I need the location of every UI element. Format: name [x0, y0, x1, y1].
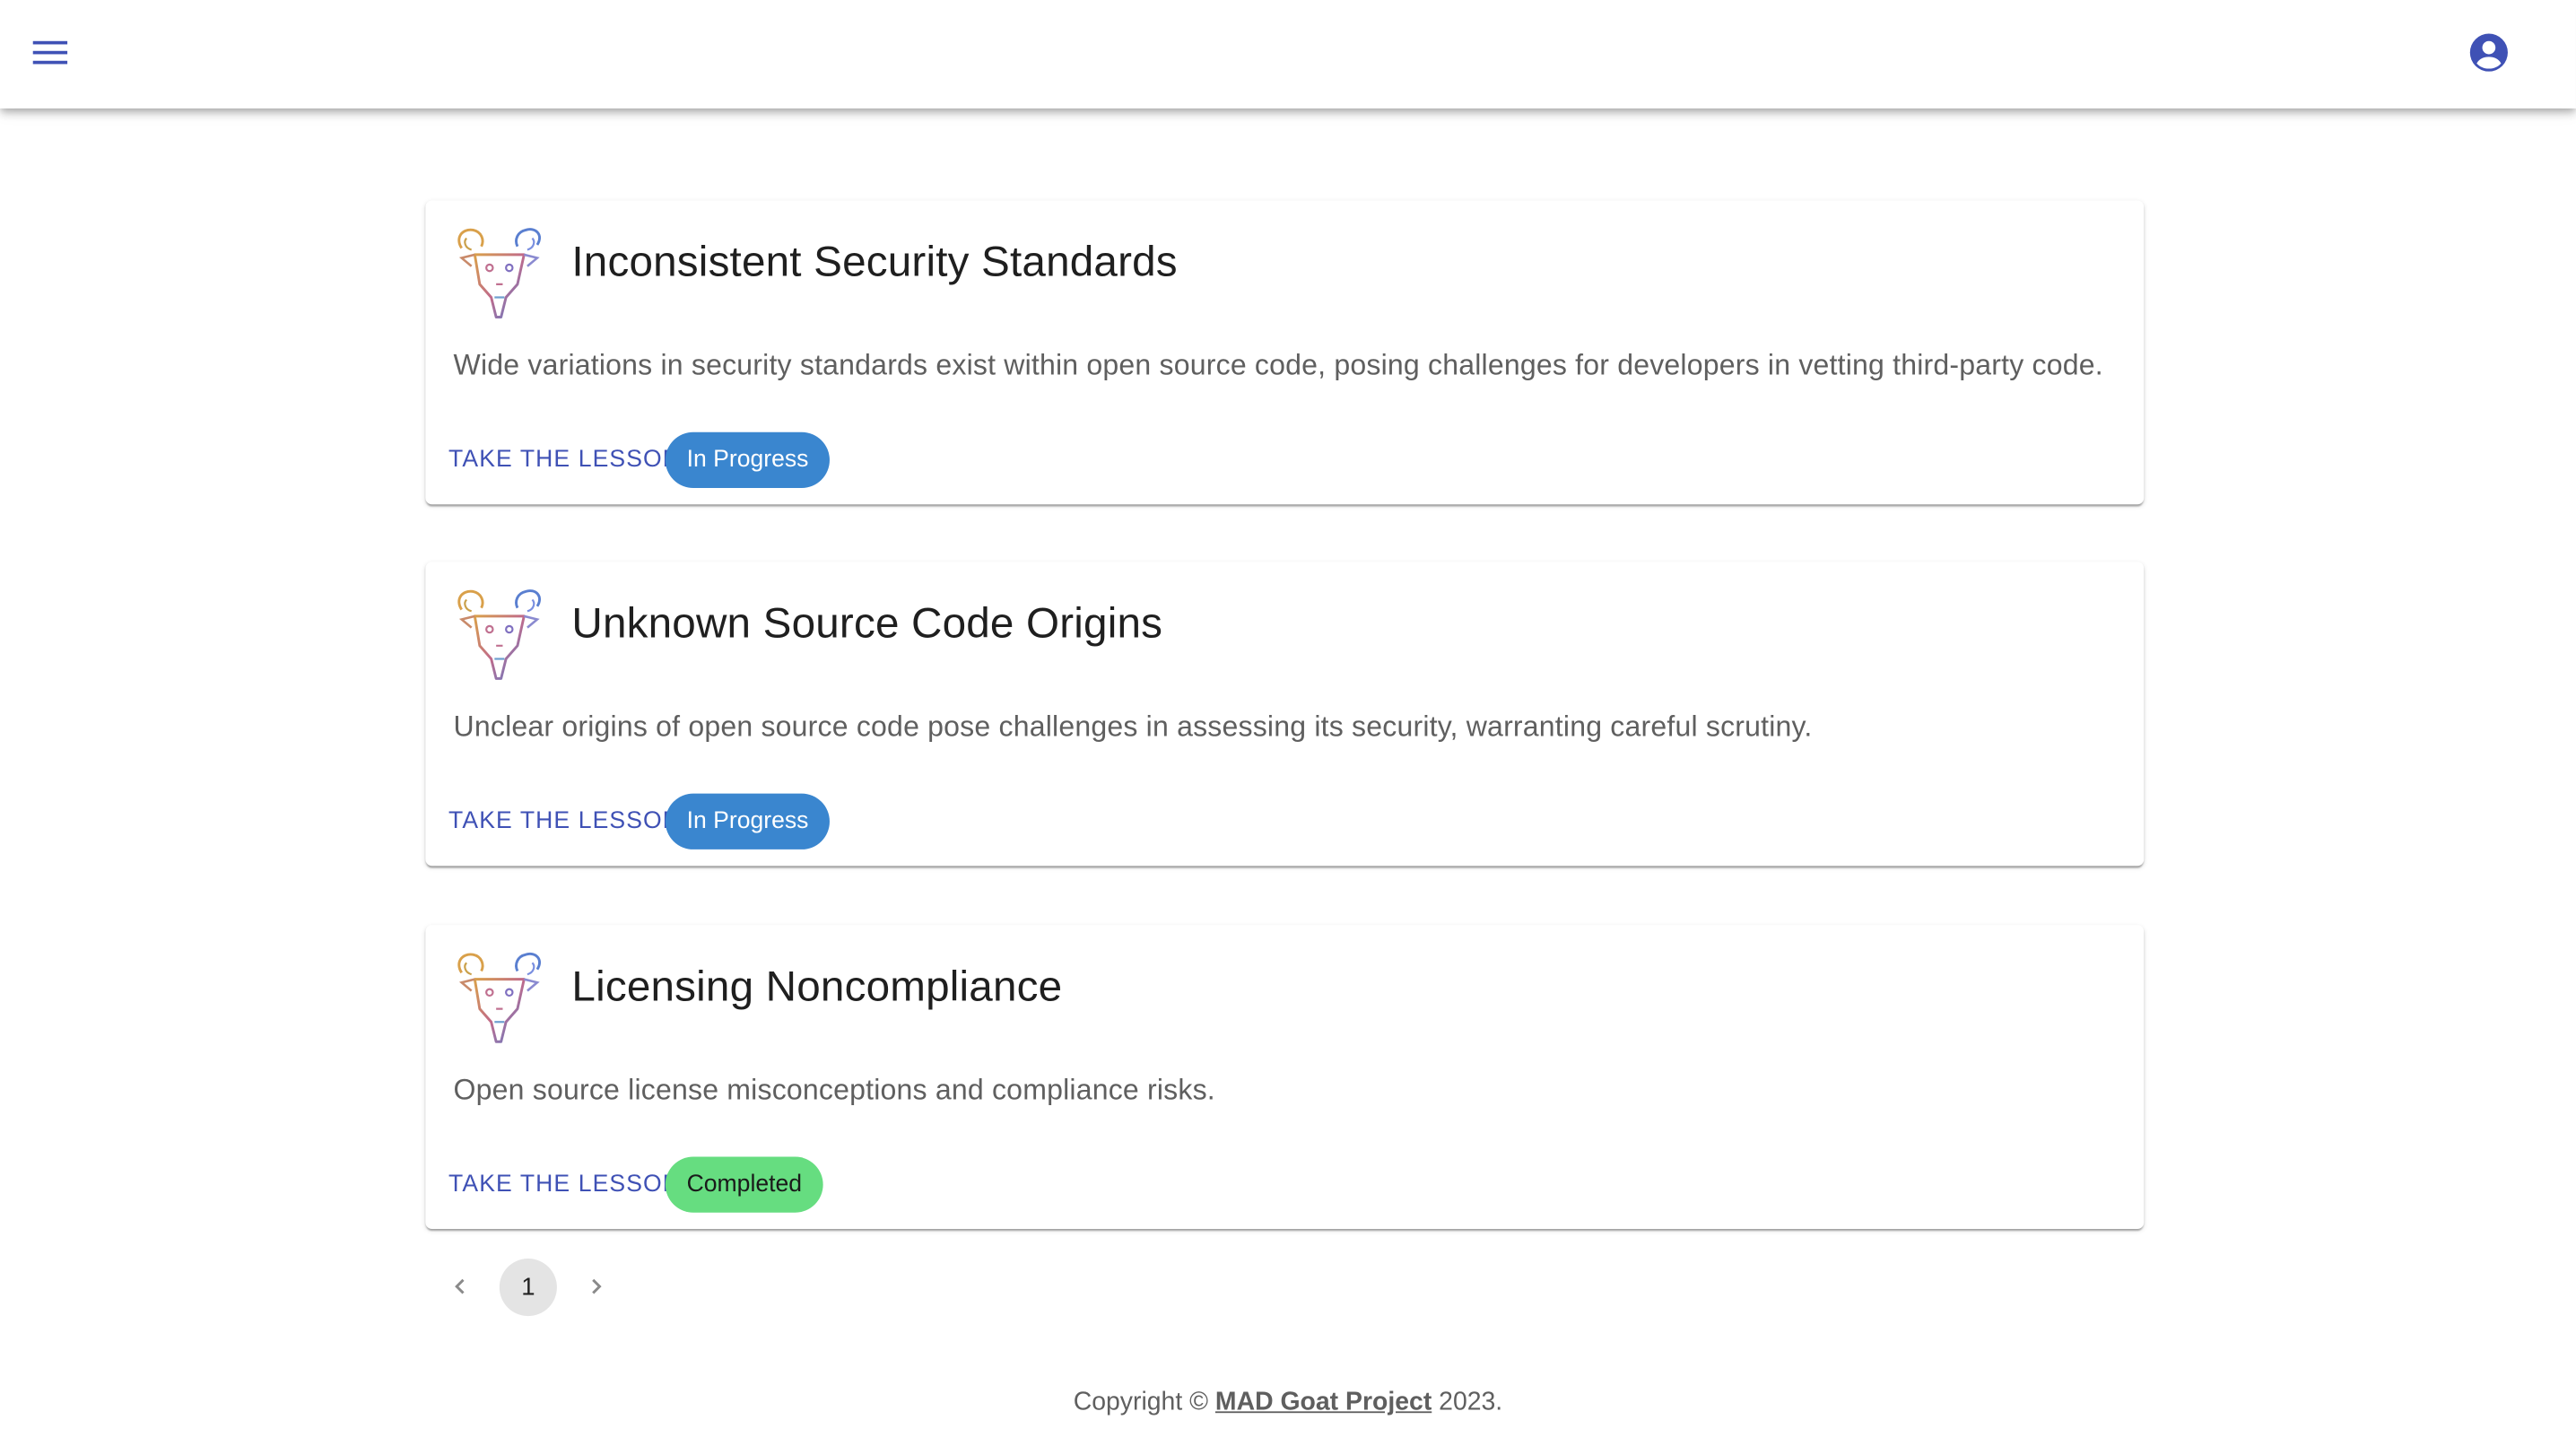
goat-logo-icon — [457, 589, 542, 680]
goat-logo-icon — [457, 952, 542, 1043]
copyright-suffix: 2023. — [1432, 1388, 1503, 1416]
app-bar — [0, 0, 2576, 109]
status-badge: In Progress — [665, 793, 831, 849]
take-lesson-button[interactable]: TAKE THE LESSON — [439, 802, 691, 841]
lesson-title: Licensing Noncompliance — [571, 961, 1063, 1011]
lesson-description: Unclear origins of open source code pose… — [453, 710, 1813, 743]
lesson-description: Open source license misconceptions and c… — [453, 1073, 1215, 1106]
chevron-left-icon — [455, 1278, 465, 1294]
menu-button[interactable] — [16, 20, 85, 85]
menu-icon — [32, 40, 68, 65]
lesson-title: Unknown Source Code Origins — [571, 597, 1163, 648]
take-lesson-button[interactable]: TAKE THE LESSON — [439, 1165, 691, 1205]
take-lesson-button[interactable]: TAKE THE LESSON — [439, 440, 691, 480]
next-page-button[interactable] — [567, 1257, 626, 1316]
footer: Copyright © MAD Goat Project 2023. — [0, 1389, 2576, 1418]
account-circle-icon — [2469, 33, 2508, 72]
goat-logo-icon — [457, 228, 542, 318]
page: Inconsistent Security Standards Wide var… — [0, 0, 2576, 1454]
page-button-current[interactable]: 1 — [499, 1258, 557, 1316]
lesson-title: Inconsistent Security Standards — [571, 236, 1178, 286]
lesson-description: Wide variations in security standards ex… — [453, 348, 2103, 381]
status-badge: In Progress — [665, 431, 831, 488]
mad-goat-project-link[interactable]: MAD Goat Project — [1215, 1389, 1432, 1416]
previous-page-button[interactable] — [431, 1257, 490, 1316]
account-button[interactable] — [2454, 18, 2523, 87]
lesson-card: Licensing Noncompliance Open source lice… — [425, 925, 2145, 1230]
pagination: 1 — [431, 1257, 626, 1316]
copyright-prefix: Copyright © — [1073, 1388, 1215, 1416]
lesson-card: Unknown Source Code Origins Unclear orig… — [425, 562, 2145, 867]
chevron-right-icon — [592, 1278, 602, 1294]
status-badge: Completed — [665, 1156, 823, 1213]
lesson-card: Inconsistent Security Standards Wide var… — [425, 200, 2145, 505]
